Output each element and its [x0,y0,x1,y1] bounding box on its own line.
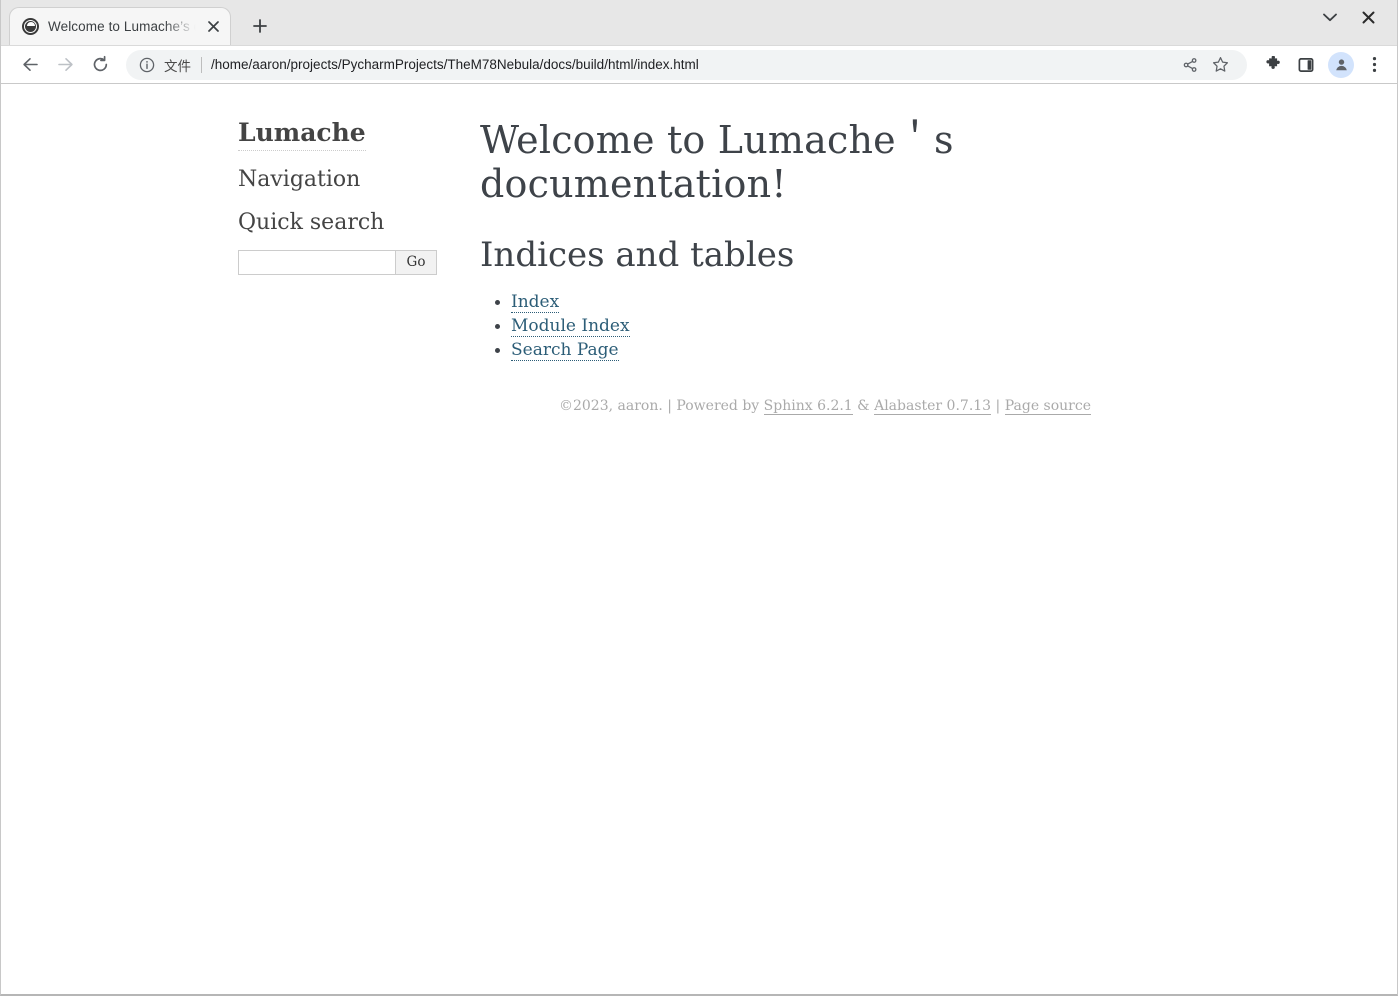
three-dot-menu-icon[interactable] [1359,50,1389,80]
link-search-page[interactable]: Search Page [511,340,619,362]
list-item: Index [511,290,1180,314]
window-controls [1311,0,1387,45]
url-scheme-label: 文件 [164,58,191,74]
indices-links-list: Index Module Index Search Page [480,290,1180,362]
browser-toolbar: 文件 /home/aaron/projects/PycharmProjects/… [1,46,1397,84]
back-button[interactable] [15,50,45,80]
close-icon[interactable] [202,16,224,38]
star-icon[interactable] [1207,52,1233,78]
section-heading-indices-and-tables: Indices and tables [480,235,795,276]
footer-link-sphinx[interactable]: Sphinx 6.2.1 [763,398,853,416]
new-tab-button[interactable] [245,11,275,41]
window-close-icon[interactable] [1349,4,1387,32]
toolbar-icon-group [1255,50,1389,80]
omnibox-divider [201,56,202,73]
page-title: Welcome to Lumache＇s documentation! [480,118,954,207]
tab-strip-spacer [275,0,1311,45]
forward-button[interactable] [50,50,80,80]
documentation-body: Lumache Navigation Quick search Go Welco… [1,84,1397,416]
search-go-button[interactable]: Go [395,250,437,275]
profile-avatar-icon[interactable] [1328,51,1354,78]
side-panel-icon[interactable] [1291,50,1321,80]
main-content: Welcome to Lumache＇s documentation! Indi… [438,118,1180,416]
footer-copyright-text: ©2023, aaron. | Powered by [558,398,764,415]
list-item: Module Index [511,314,1180,338]
reload-button[interactable] [85,50,115,80]
address-bar[interactable]: 文件 /home/aaron/projects/PycharmProjects/… [126,49,1247,80]
search-input[interactable] [238,250,395,275]
footer-ampersand: & [852,398,875,415]
page-footer: ©2023, aaron. | Powered by Sphinx 6.2.1 … [480,398,1180,416]
page-viewport: Lumache Navigation Quick search Go Welco… [1,84,1397,994]
link-module-index[interactable]: Module Index [511,316,630,338]
sidebar-quick-search-heading: Quick search [238,209,385,235]
quick-search-form: Go [238,250,437,275]
chevron-down-icon[interactable] [1311,4,1349,32]
share-icon[interactable] [1177,52,1203,78]
footer-link-page-source[interactable]: Page source [1004,398,1092,416]
sidebar-navigation-heading: Navigation [238,167,361,192]
footer-link-alabaster[interactable]: Alabaster 0.7.13 [874,398,992,416]
tab-title: Welcome to Lumache’s documentation! [48,19,200,34]
tab-strip-left-gap [1,0,9,45]
tab-title-wrap: Welcome to Lumache’s documentation! [48,16,200,37]
browser-tab[interactable]: Welcome to Lumache’s documentation! [9,7,231,45]
link-index[interactable]: Index [511,291,560,313]
footer-separator: | [991,398,1005,415]
list-item: Search Page [511,338,1180,362]
tab-strip: Welcome to Lumache’s documentation! [1,0,1397,46]
sidebar-logo-link[interactable]: Lumache [238,118,366,151]
globe-favicon [22,18,39,35]
sidebar: Lumache Navigation Quick search Go [238,118,438,414]
info-circle-icon[interactable] [138,56,155,73]
puzzle-piece-icon[interactable] [1258,50,1288,80]
url-text[interactable]: /home/aaron/projects/PycharmProjects/The… [211,57,1173,72]
browser-window: Welcome to Lumache’s documentation! [0,0,1398,996]
